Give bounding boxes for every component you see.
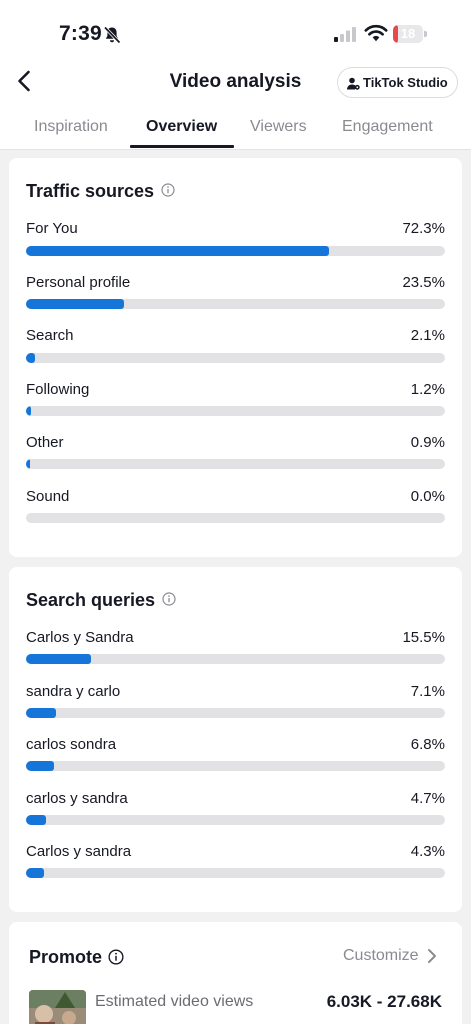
search-query-value: 4.7% <box>410 790 445 807</box>
promote-card: Promote Customize Estimated video views … <box>9 922 462 1024</box>
tab-inspiration[interactable]: Inspiration <box>34 118 108 136</box>
traffic-source-bar <box>26 459 445 469</box>
tab-overview[interactable]: Overview <box>146 118 217 136</box>
customize-link[interactable]: Customize <box>343 947 419 965</box>
battery-percentage: 18 <box>400 26 416 41</box>
status-bar: 7:39 18 <box>0 0 471 62</box>
header: Video analysis TikTok Studio Inspiration… <box>0 62 471 150</box>
info-icon[interactable] <box>108 949 124 965</box>
info-icon[interactable] <box>161 183 175 197</box>
tab-viewers[interactable]: Viewers <box>250 118 307 136</box>
traffic-source-value: 0.9% <box>410 434 445 451</box>
traffic-source-bar <box>26 246 445 256</box>
person-icon <box>347 77 360 90</box>
search-query-bar-fill <box>26 815 46 825</box>
info-icon[interactable] <box>162 592 176 606</box>
traffic-source-value: 0.0% <box>410 488 445 505</box>
active-tab-indicator <box>130 145 234 148</box>
promote-title: Promote <box>29 947 103 967</box>
search-query-label: Carlos y Sandra <box>26 629 134 646</box>
traffic-source-bar-fill <box>26 299 125 309</box>
traffic-source-label: For You <box>26 220 78 237</box>
status-time: 7:39 <box>59 22 102 45</box>
search-query-bar <box>26 654 445 664</box>
estimated-views-label: Estimated video views <box>95 993 254 1010</box>
traffic-source-label: Search <box>26 327 74 344</box>
wifi-icon <box>364 24 388 42</box>
signal-icon <box>334 27 356 42</box>
search-query-bar-fill <box>26 761 55 771</box>
search-query-label: Carlos y sandra <box>26 843 132 860</box>
traffic-source-label: Other <box>26 434 64 451</box>
search-query-bar <box>26 761 445 771</box>
traffic-source-bar-fill <box>26 353 35 363</box>
search-query-value: 4.3% <box>410 843 445 860</box>
search-query-bar <box>26 708 445 718</box>
search-queries-title: Search queries <box>26 590 156 610</box>
traffic-source-bar <box>26 513 445 523</box>
search-query-value: 6.8% <box>410 736 445 753</box>
traffic-source-value: 2.1% <box>410 327 445 344</box>
traffic-source-bar <box>26 299 445 309</box>
battery-icon: 18 <box>393 25 428 43</box>
traffic-source-label: Following <box>26 381 90 398</box>
video-thumbnail[interactable] <box>29 990 86 1024</box>
search-query-bar-fill <box>26 654 91 664</box>
traffic-source-value: 1.2% <box>410 381 445 398</box>
bell-slash-icon <box>103 26 121 44</box>
traffic-sources-card: Traffic sources For You 72.3% Personal p… <box>9 158 462 557</box>
traffic-source-bar-fill <box>26 246 329 256</box>
search-query-bar-fill <box>26 868 45 878</box>
search-queries-card: Search queries Carlos y Sandra 15.5% san… <box>9 567 462 912</box>
search-query-label: sandra y carlo <box>26 683 121 700</box>
traffic-source-value: 23.5% <box>402 274 445 291</box>
traffic-source-bar-fill <box>26 406 32 416</box>
traffic-source-bar <box>26 353 445 363</box>
traffic-source-label: Sound <box>26 488 70 505</box>
search-query-bar <box>26 815 445 825</box>
tab-engagement[interactable]: Engagement <box>342 118 433 136</box>
traffic-source-value: 72.3% <box>402 220 445 237</box>
estimated-views-value: 6.03K - 27.68K <box>326 992 442 1011</box>
traffic-source-bar <box>26 406 445 416</box>
chevron-right-icon[interactable] <box>426 947 438 965</box>
search-query-label: carlos y sandra <box>26 790 128 807</box>
traffic-source-bar-fill <box>26 459 30 469</box>
tiktok-studio-label: TikTok Studio <box>363 75 448 90</box>
traffic-sources-title: Traffic sources <box>26 181 155 201</box>
traffic-source-label: Personal profile <box>26 274 131 291</box>
search-query-value: 15.5% <box>402 629 445 646</box>
search-query-bar-fill <box>26 708 56 718</box>
tiktok-studio-button[interactable]: TikTok Studio <box>337 67 458 98</box>
search-query-label: carlos sondra <box>26 736 117 753</box>
search-query-bar <box>26 868 445 878</box>
search-query-value: 7.1% <box>410 683 445 700</box>
